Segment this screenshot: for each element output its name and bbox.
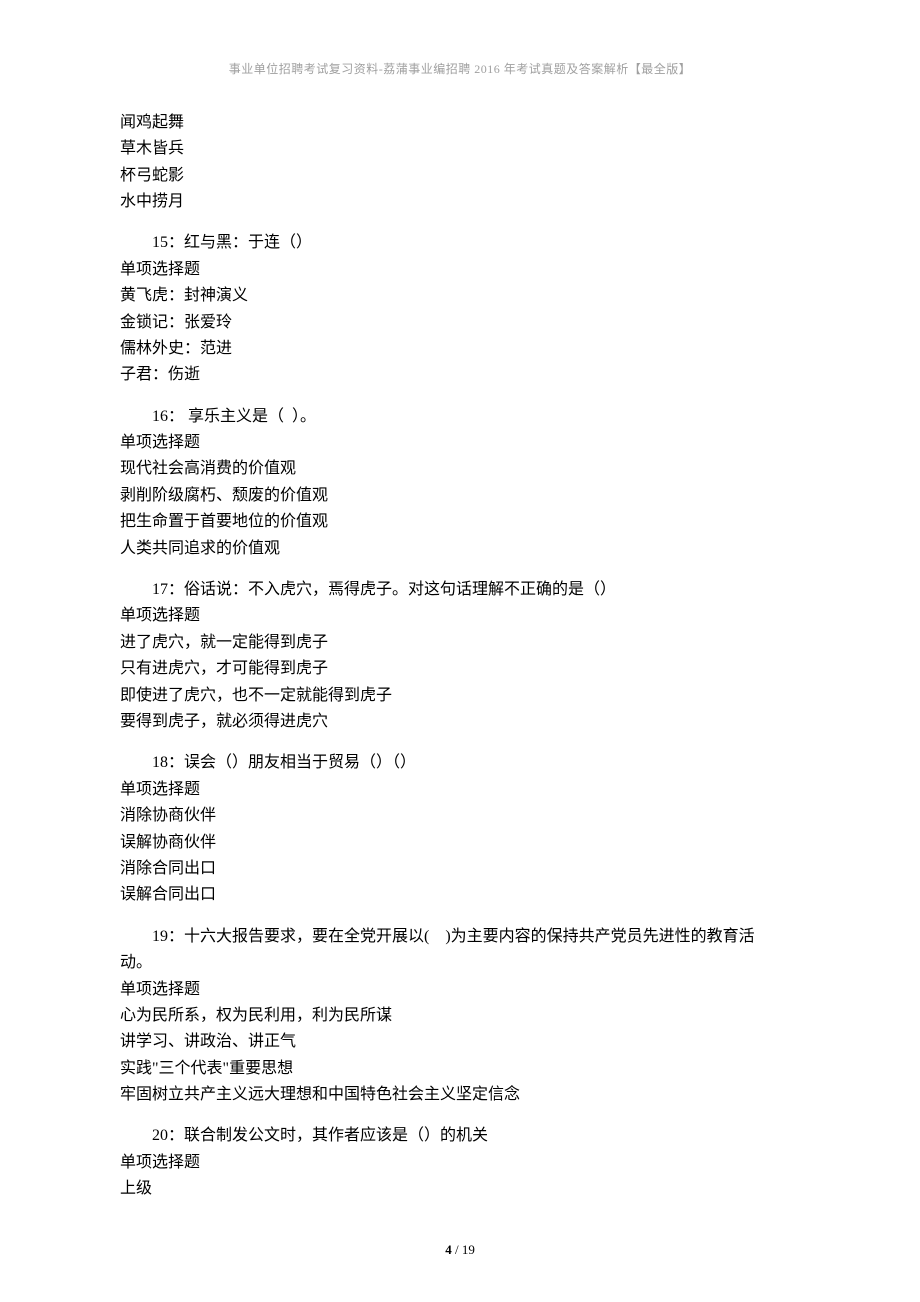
option-text: 草木皆兵: [120, 136, 800, 162]
option-text: 心为民所系，权为民利用，利为民所谋: [120, 1003, 800, 1029]
question-type: 单项选择题: [120, 977, 800, 1003]
option-text: 消除协商伙伴: [120, 803, 800, 829]
question-stem: 16： 享乐主义是（ ）。: [120, 404, 800, 430]
question-number: 20: [152, 1127, 168, 1144]
option-text: 现代社会高消费的价值观: [120, 456, 800, 482]
option-text: 儒林外史：范进: [120, 336, 800, 362]
page-sep: /: [452, 1242, 462, 1257]
option-text: 牢固树立共产主义远大理想和中国特色社会主义坚定信念: [120, 1082, 800, 1108]
option-text: 讲学习、讲政治、讲正气: [120, 1029, 800, 1055]
question-number: 17: [152, 581, 168, 598]
question-number: 15: [152, 234, 168, 251]
option-text: 要得到虎子，就必须得进虎穴: [120, 709, 800, 735]
question-text: 联合制发公文时，其作者应该是（）的机关: [184, 1127, 488, 1144]
option-text: 进了虎穴，就一定能得到虎子: [120, 630, 800, 656]
option-text: 上级: [120, 1176, 800, 1202]
question-stem: 18：误会（）朋友相当于贸易（）（）: [120, 750, 800, 776]
page-header: 事业单位招聘考试复习资料-荔蒲事业编招聘 2016 年考试真题及答案解析【最全版…: [120, 60, 800, 80]
content-area: 闻鸡起舞 草木皆兵 杯弓蛇影 水中捞月 15：红与黑：于连（） 单项选择题 黄飞…: [120, 110, 800, 1203]
question-text: 红与黑：于连（）: [184, 234, 312, 251]
page-total: 19: [462, 1242, 475, 1257]
page-footer: 4 / 19: [0, 1239, 920, 1260]
option-text: 误解协商伙伴: [120, 830, 800, 856]
option-text: 实践"三个代表"重要思想: [120, 1056, 800, 1082]
option-text: 消除合同出口: [120, 856, 800, 882]
option-text: 即使进了虎穴，也不一定就能得到虎子: [120, 683, 800, 709]
question-stem: 17：俗话说：不入虎穴，焉得虎子。对这句话理解不正确的是（）: [120, 577, 800, 603]
question-text: 误会（）朋友相当于贸易（）（）: [184, 754, 416, 771]
question-stem: 15：红与黑：于连（）: [120, 230, 800, 256]
option-text: 水中捞月: [120, 189, 800, 215]
question-stem: 20：联合制发公文时，其作者应该是（）的机关: [120, 1123, 800, 1149]
question-text: 享乐主义是（ ）。: [184, 408, 316, 425]
question-type: 单项选择题: [120, 257, 800, 283]
option-text: 杯弓蛇影: [120, 163, 800, 189]
option-text: 闻鸡起舞: [120, 110, 800, 136]
option-text: 把生命置于首要地位的价值观: [120, 509, 800, 535]
question-type: 单项选择题: [120, 430, 800, 456]
question-number: 16: [152, 408, 168, 425]
question-number: 18: [152, 754, 168, 771]
question-stem-cont: 动。: [120, 950, 800, 976]
question-number: 19: [152, 928, 168, 945]
question-text: 俗话说：不入虎穴，焉得虎子。对这句话理解不正确的是（）: [184, 581, 616, 598]
option-text: 子君：伤逝: [120, 362, 800, 388]
question-type: 单项选择题: [120, 603, 800, 629]
option-text: 人类共同追求的价值观: [120, 536, 800, 562]
option-text: 误解合同出口: [120, 882, 800, 908]
option-text: 只有进虎穴，才可能得到虎子: [120, 656, 800, 682]
question-type: 单项选择题: [120, 1150, 800, 1176]
option-text: 黄飞虎：封神演义: [120, 283, 800, 309]
question-stem: 19：十六大报告要求，要在全党开展以( )为主要内容的保持共产党员先进性的教育活: [120, 924, 800, 950]
question-text: 十六大报告要求，要在全党开展以( )为主要内容的保持共产党员先进性的教育活: [184, 928, 755, 945]
question-type: 单项选择题: [120, 777, 800, 803]
option-text: 金锁记：张爱玲: [120, 310, 800, 336]
option-text: 剥削阶级腐朽、颓废的价值观: [120, 483, 800, 509]
